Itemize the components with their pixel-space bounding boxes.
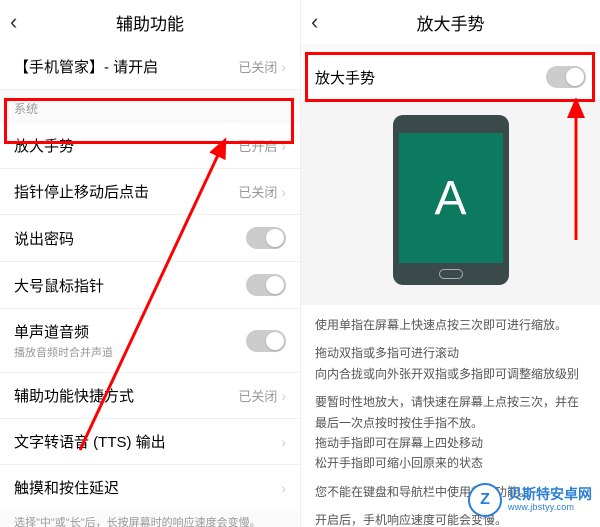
row-label: 触摸和按住延迟 [14, 477, 119, 498]
row-label: 大号鼠标指针 [14, 275, 104, 296]
toggle-speak-password[interactable] [246, 227, 286, 249]
row-mono-audio[interactable]: 单声道音频 播放音频时合并声道 [0, 309, 300, 373]
zoom-gesture-screen: ‹ 放大手势 放大手势 A 使用单指在屏幕上快速点按三次即可进行缩放。 拖动双指… [300, 0, 600, 527]
chevron-right-icon: › [281, 480, 286, 496]
row-zoom-gesture[interactable]: 放大手势 已开启 › [0, 123, 300, 169]
footnote-touch-delay: 选择"中"或"长"后，长按屏幕时的响应速度会变慢。 [0, 510, 300, 527]
row-touch-hold-delay[interactable]: 触摸和按住延迟 › [0, 465, 300, 510]
row-label: 放大手势 [14, 135, 74, 156]
phone-home-button-icon [439, 269, 463, 279]
desc-line: 使用单指在屏幕上快速点按三次即可进行缩放。 [315, 315, 586, 335]
toggle-zoom-gesture[interactable] [546, 66, 586, 88]
back-button[interactable]: ‹ [10, 9, 17, 35]
accessibility-screen: ‹ 辅助功能 【手机管家】- 请开启 已关闭 › 系统 放大手势 已开启 › 指… [0, 0, 300, 527]
row-phone-manager[interactable]: 【手机管家】- 请开启 已关闭 › [0, 44, 300, 90]
row-label: 说出密码 [14, 228, 74, 249]
toggle-mono-audio[interactable] [246, 330, 286, 352]
row-speak-password[interactable]: 说出密码 [0, 215, 300, 262]
phone-illustration: A [301, 101, 600, 305]
watermark-logo-icon: Z [468, 483, 502, 517]
phone-letter: A [434, 171, 466, 226]
row-accessibility-shortcut[interactable]: 辅助功能快捷方式 已关闭 › [0, 373, 300, 419]
back-button[interactable]: ‹ [311, 9, 318, 35]
row-large-mouse[interactable]: 大号鼠标指针 [0, 262, 300, 309]
row-zoom-gesture-toggle[interactable]: 放大手势 [301, 54, 600, 101]
row-label: 放大手势 [315, 67, 375, 88]
status-badge: 已关闭 [238, 182, 277, 201]
header-bar: ‹ 辅助功能 [0, 0, 300, 44]
watermark-title: 贝斯特安卓网 [508, 487, 592, 502]
row-pointer-click[interactable]: 指针停止移动后点击 已关闭 › [0, 169, 300, 215]
row-label: 文字转语音 (TTS) 输出 [14, 431, 166, 452]
row-tts-output[interactable]: 文字转语音 (TTS) 输出 › [0, 419, 300, 465]
phone-shell-icon: A [393, 115, 509, 285]
row-label: 【手机管家】- 请开启 [14, 56, 158, 77]
toggle-large-mouse[interactable] [246, 274, 286, 296]
section-system: 系统 [0, 90, 300, 123]
desc-line: 要暂时性地放大，请快速在屏幕上点按三次，并在最后一次点按时按住手指不放。 拖动手… [315, 392, 586, 474]
watermark-url: www.jbstyy.com [508, 503, 592, 513]
chevron-right-icon: › [281, 184, 286, 200]
row-label: 辅助功能快捷方式 [14, 385, 134, 406]
page-title: 放大手势 [417, 10, 485, 35]
row-label: 指针停止移动后点击 [14, 181, 149, 202]
chevron-right-icon: › [281, 434, 286, 450]
chevron-right-icon: › [281, 138, 286, 154]
status-badge: 已关闭 [238, 386, 277, 405]
row-sublabel: 播放音频时合并声道 [14, 344, 113, 360]
header-bar: ‹ 放大手势 [301, 0, 600, 44]
page-title: 辅助功能 [116, 10, 184, 35]
desc-line: 拖动双指或多指可进行滚动 向内合拢或向外张开双指或多指即可调整缩放级别 [315, 343, 586, 384]
row-label: 单声道音频 [14, 321, 113, 342]
status-badge: 已开启 [238, 136, 277, 155]
phone-screen: A [399, 133, 503, 263]
status-badge: 已关闭 [238, 57, 277, 76]
chevron-right-icon: › [281, 59, 286, 75]
watermark: Z 贝斯特安卓网 www.jbstyy.com [468, 483, 592, 517]
chevron-right-icon: › [281, 388, 286, 404]
